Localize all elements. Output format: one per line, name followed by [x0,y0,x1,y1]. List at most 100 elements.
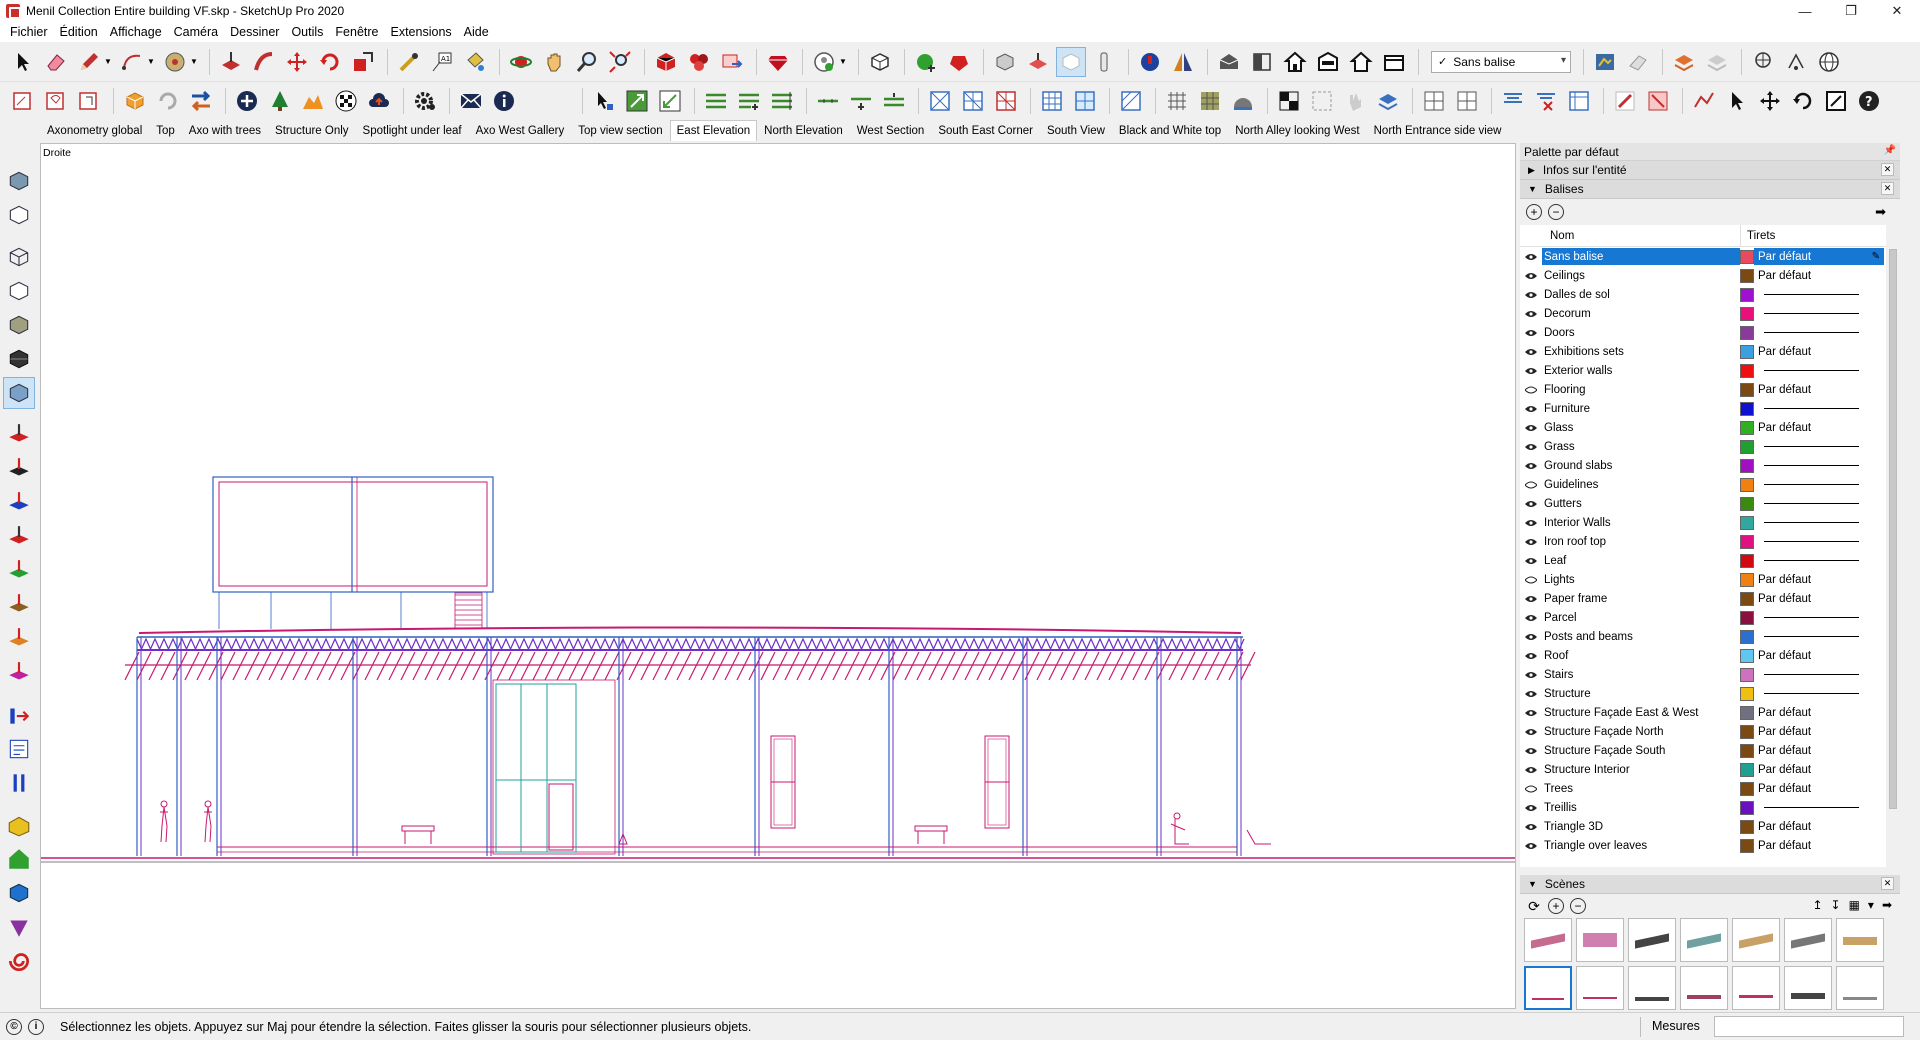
tag-dash-line[interactable] [1754,560,1884,561]
grid-f-button[interactable] [1116,86,1146,116]
extension-e-button[interactable] [3,945,35,977]
tag-dash-line[interactable] [1754,693,1884,694]
shaded-button[interactable] [3,309,35,341]
eye-open-icon[interactable] [1520,709,1542,717]
geo-status-icon[interactable]: © [6,1018,22,1035]
tag-row[interactable]: Doors [1520,323,1886,342]
tag-dash-style[interactable]: Par défaut [1754,764,1884,776]
tree-button[interactable] [265,86,295,116]
tag-color-swatch[interactable] [1740,591,1754,606]
ruby-console-button[interactable] [763,47,793,77]
tag-name[interactable]: Paper frame [1542,590,1740,607]
scene-tab[interactable]: North Entrance front [1508,121,1515,141]
text-tool-button[interactable]: A1 [427,47,457,77]
eye-closed-icon[interactable] [1520,785,1542,793]
eye-open-icon[interactable] [1520,842,1542,850]
eye-open-icon[interactable] [1520,329,1542,337]
tag-color-swatch[interactable] [1740,800,1754,815]
zoom-extents-button[interactable] [605,47,635,77]
tags-panel-button[interactable] [1669,47,1699,77]
shape-dropdown-arrow[interactable]: ▼ [189,47,199,77]
tag-row[interactable]: Guidelines [1520,475,1886,494]
tag-row[interactable]: Furniture [1520,399,1886,418]
select-sub-button[interactable] [589,86,619,116]
view-cube-button[interactable] [865,47,895,77]
scene-tab[interactable]: South East Corner [931,121,1040,141]
tag-color-swatch[interactable] [1740,458,1754,473]
shaded-style-button[interactable] [1056,46,1086,77]
tag-name[interactable]: Dalles de sol [1542,286,1740,303]
menu-fichier[interactable]: Fichier [4,25,54,39]
eye-open-icon[interactable] [1520,348,1542,356]
tag-color-swatch[interactable] [1740,534,1754,549]
paint-bucket-button[interactable] [460,47,490,77]
menu-camera[interactable]: Caméra [168,25,224,39]
rotate-tool-button[interactable] [315,47,345,77]
xray-face-button[interactable] [990,47,1020,77]
tag-color-swatch[interactable] [1740,762,1754,777]
tag-dash-style[interactable]: Par défaut [1754,384,1884,396]
name-column-header[interactable]: Nom [1520,230,1740,242]
scene-thumbnail[interactable] [1732,966,1780,1010]
eye-open-icon[interactable] [1520,747,1542,755]
add-location-button[interactable] [1135,47,1165,77]
help-button[interactable]: ? [1854,86,1884,116]
tag-row[interactable]: Exhibitions sets Par défaut [1520,342,1886,361]
tag-dash-line[interactable] [1754,807,1884,808]
tag-row[interactable]: Iron roof top [1520,532,1886,551]
import-button[interactable] [3,699,35,731]
tag-color-swatch[interactable] [1740,648,1754,663]
tag-name[interactable]: Guidelines [1542,476,1740,493]
tag-name[interactable]: Leaf [1542,552,1740,569]
entity-info-header[interactable]: ▶ Infos sur l'entité ✕ [1520,161,1900,180]
tag-row[interactable]: Leaf [1520,551,1886,570]
swap-button[interactable] [186,86,216,116]
zoom-button[interactable] [572,47,602,77]
scene-thumbnail[interactable] [1732,918,1780,962]
scene-thumbnail[interactable] [1576,966,1624,1010]
tag-name[interactable]: Treillis [1542,799,1740,816]
tag-color-swatch[interactable] [1740,477,1754,492]
grid-d-button[interactable] [1037,86,1067,116]
tag-name[interactable]: Grass [1542,438,1740,455]
solid-union-button[interactable] [911,47,941,77]
tag-dash-line[interactable] [1754,484,1884,485]
menu-fenetre[interactable]: Fenêtre [329,25,384,39]
tag-name[interactable]: Gutters [1542,495,1740,512]
tag-name[interactable]: Triangle over leaves [1542,837,1740,854]
menu-edition[interactable]: Édition [54,25,104,39]
cloud-upload-button[interactable] [364,86,394,116]
scene-tab[interactable]: Top [149,121,182,141]
dim-c-button[interactable] [879,86,909,116]
tag-name[interactable]: Posts and beams [1542,628,1740,645]
tag-name[interactable]: Sans balise [1542,248,1740,265]
checker-button[interactable] [331,86,361,116]
tag-name[interactable]: Roof [1542,647,1740,664]
tag-row[interactable]: Posts and beams [1520,627,1886,646]
menu-affichage[interactable]: Affichage [104,25,168,39]
scene-options-icon[interactable]: ▾ [1868,898,1874,912]
camera-b-button[interactable] [3,453,35,485]
tag-row[interactable]: Structure Façade South Par défaut [1520,741,1886,760]
close-icon[interactable]: ✕ [1881,182,1894,195]
arc-dropdown-arrow[interactable]: ▼ [146,47,156,77]
add-item-button[interactable] [232,86,262,116]
tag-dash-style[interactable]: Par défaut [1754,726,1884,738]
move-scene-up-icon[interactable]: ↥ [1812,898,1822,912]
tag-dash-style[interactable]: Par défaut [1754,422,1884,434]
iso-view-button[interactable] [1214,47,1244,77]
draw-x-button[interactable] [1643,86,1673,116]
eye-open-icon[interactable] [1520,804,1542,812]
model-info-button[interactable] [1590,47,1620,77]
eye-open-icon[interactable] [1520,614,1542,622]
scale-2-button[interactable] [1821,86,1851,116]
scene-tab[interactable]: Spotlight under leaf [356,121,469,141]
eye-open-icon[interactable] [1520,766,1542,774]
pattern-a-button[interactable] [1274,86,1304,116]
scene-tab[interactable]: Black and White top [1112,121,1228,141]
frame-button[interactable] [1564,86,1594,116]
pan-button[interactable] [539,47,569,77]
rows-a-button[interactable] [1498,86,1528,116]
tape-measure-button[interactable] [394,47,424,77]
scale-tool-button[interactable] [348,47,378,77]
